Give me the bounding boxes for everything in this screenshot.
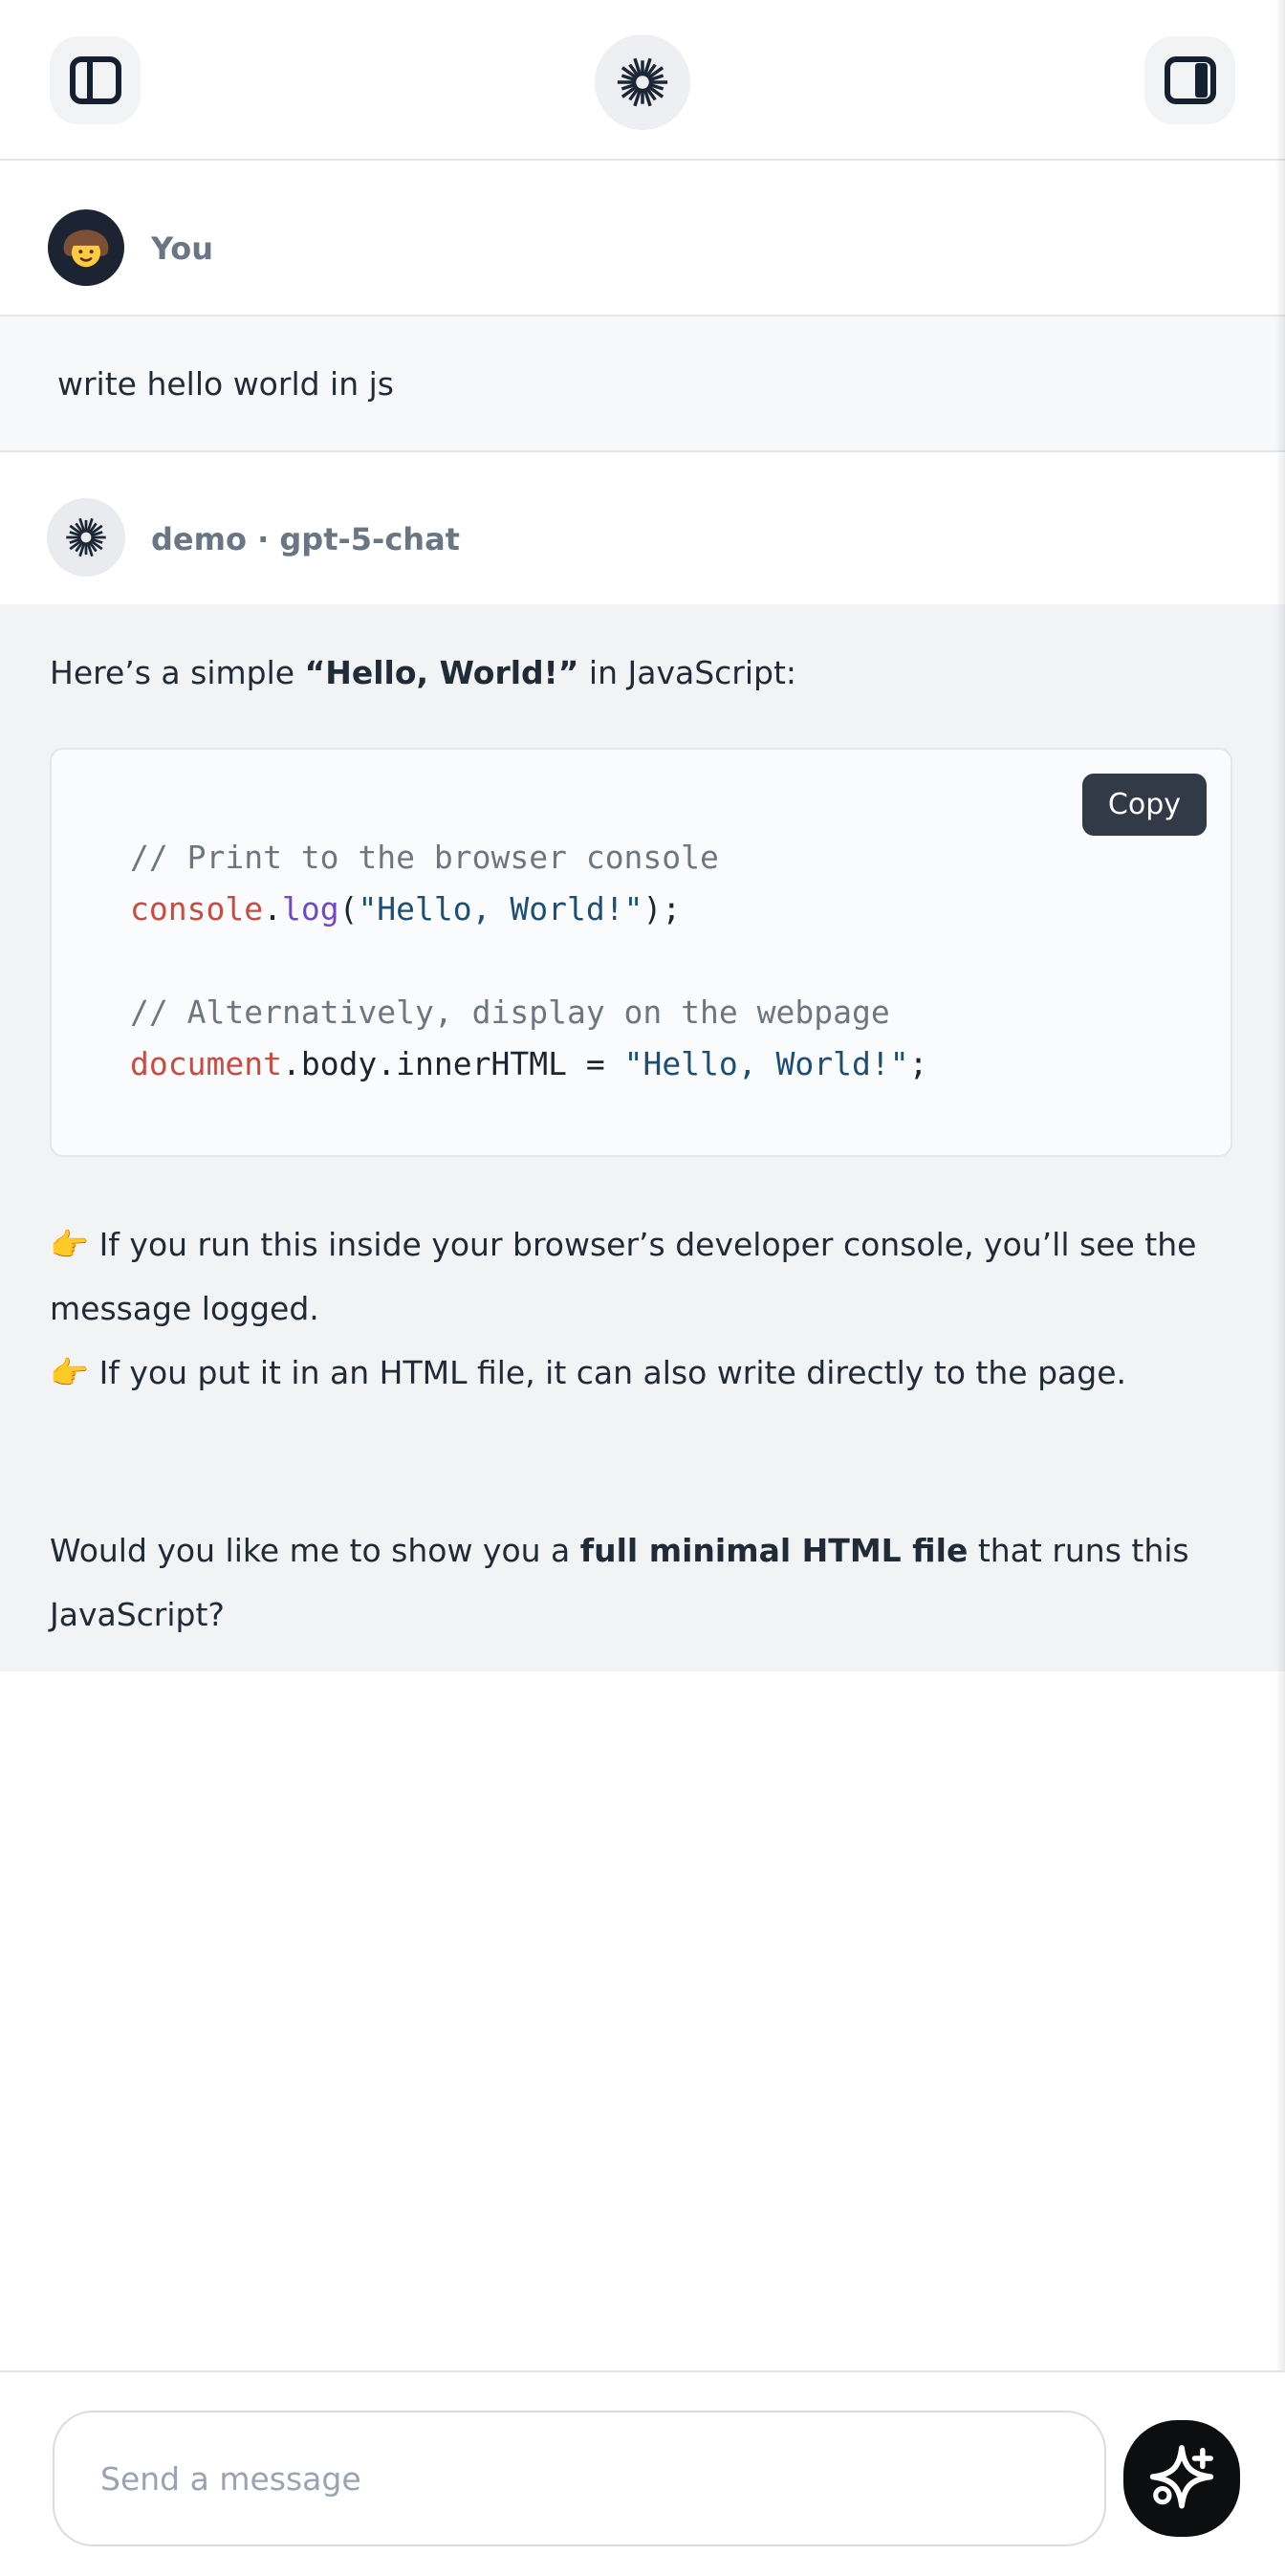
assistant-tips: 👉 If you run this inside your browser’s …	[50, 1212, 1239, 1405]
user-avatar	[48, 209, 124, 286]
assistant-model-label: demo · gpt-5-chat	[151, 521, 460, 557]
user-row-label: You	[151, 230, 213, 267]
scroll-gutter	[1275, 0, 1285, 2370]
send-button[interactable]	[1123, 2420, 1240, 2537]
person-emoji-avatar	[58, 220, 114, 275]
assistant-message: Here’s a simple “Hello, World!” in JavaS…	[0, 604, 1285, 1671]
assistant-intro-text: Here’s a simple “Hello, World!” in JavaS…	[50, 648, 1239, 698]
assistant-question-text: Would you like me to show you a full min…	[50, 1518, 1239, 1647]
code-content: // Print to the browser consoleconsole.l…	[130, 832, 927, 1090]
composer-bar	[0, 2370, 1285, 2576]
copy-button[interactable]: Copy	[1082, 774, 1207, 836]
starburst-icon	[64, 515, 108, 559]
assistant-avatar	[47, 498, 125, 577]
sparkle-plus-icon	[1142, 2438, 1222, 2519]
user-message: write hello world in js	[0, 315, 1285, 452]
panel-toggle-button[interactable]	[1144, 36, 1235, 124]
panel-right-icon	[1164, 55, 1217, 105]
sidebar-toggle-button[interactable]	[50, 36, 141, 124]
starburst-icon	[615, 55, 670, 110]
user-message-text: write hello world in js	[57, 365, 394, 403]
message-input[interactable]	[53, 2411, 1106, 2546]
top-bar	[0, 0, 1285, 161]
code-block: Copy // Print to the browser consolecons…	[50, 748, 1232, 1157]
chat-screen: You write hello world in js demo · gpt-5…	[0, 0, 1285, 2576]
model-logo-badge	[595, 34, 690, 130]
panel-left-icon	[69, 55, 122, 105]
